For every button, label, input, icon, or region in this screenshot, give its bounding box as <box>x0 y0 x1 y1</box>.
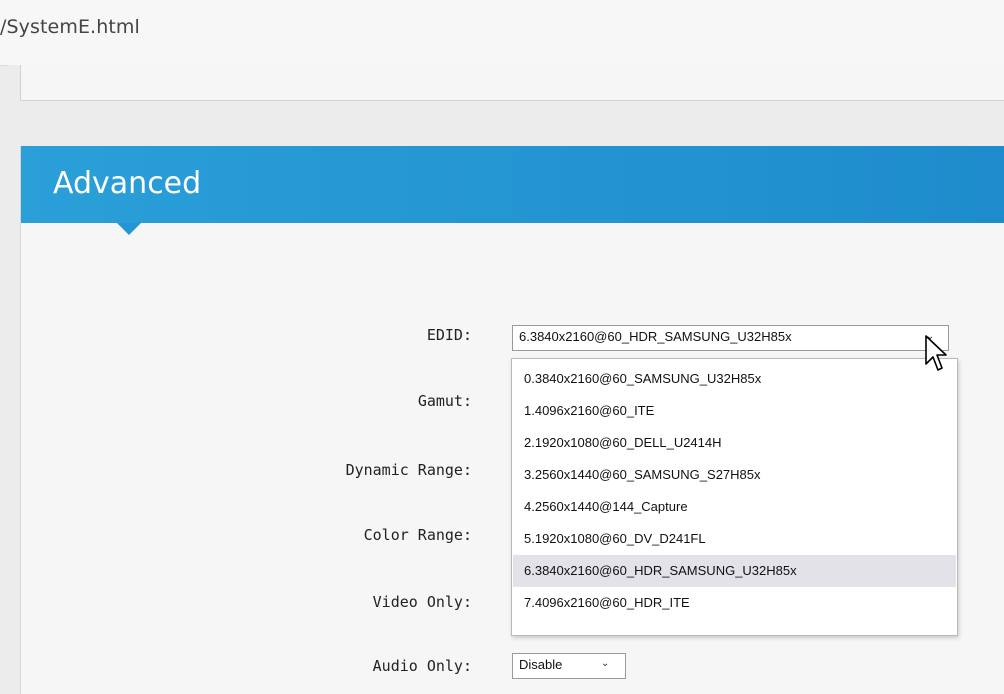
edid-dropdown-list: 0.3840x2160@60_SAMSUNG_U32H85x 1.4096x21… <box>511 358 958 636</box>
edid-option[interactable]: 5.1920x1080@60_DV_D241FL <box>513 523 956 555</box>
color-range-label: Color Range: <box>363 526 472 544</box>
gamut-label: Gamut: <box>417 392 472 410</box>
edid-option[interactable]: 1.4096x2160@60_ITE <box>513 395 956 427</box>
edid-select-value: 6.3840x2160@60_HDR_SAMSUNG_U32H85x <box>519 329 792 344</box>
page-gutter <box>9 65 20 693</box>
audio-only-label: Audio Only: <box>372 657 472 675</box>
edid-option[interactable]: 2.1920x1080@60_DELL_U2414H <box>513 427 956 459</box>
mouse-pointer-icon <box>925 335 947 371</box>
chevron-down-icon: ⌄ <box>601 658 610 669</box>
edid-option[interactable]: 3.2560x1440@60_SAMSUNG_S27H85x <box>513 459 956 491</box>
edid-label: EDID: <box>426 326 472 344</box>
browser-address-bar[interactable]: /SystemE.html <box>0 0 1004 66</box>
edid-option[interactable]: 4.2560x1440@144_Capture <box>513 491 956 523</box>
address-bar-url: /SystemE.html <box>0 16 140 38</box>
dynamic-range-label: Dynamic Range: <box>345 461 472 479</box>
edid-select[interactable]: 6.3840x2160@60_HDR_SAMSUNG_U32H85x <box>512 325 949 351</box>
video-only-label: Video Only: <box>372 593 472 611</box>
upper-panel <box>20 65 1004 101</box>
edid-option[interactable]: 7.4096x2160@60_HDR_ITE <box>513 587 956 619</box>
audio-only-select-value: Disable <box>519 657 563 672</box>
section-title: Advanced <box>53 166 202 201</box>
header-pointer-notch <box>117 223 141 235</box>
edid-option-selected[interactable]: 6.3840x2160@60_HDR_SAMSUNG_U32H85x <box>513 555 956 587</box>
edid-option[interactable]: 0.3840x2160@60_SAMSUNG_U32H85x <box>513 363 956 395</box>
